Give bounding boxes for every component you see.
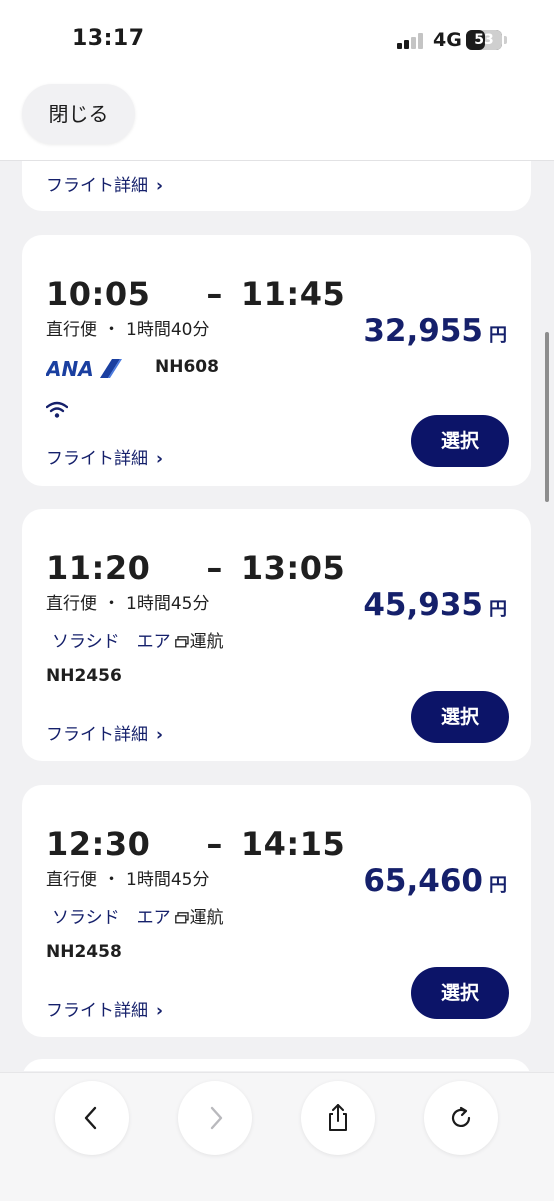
- chevron-right-icon: ›: [156, 1001, 164, 1021]
- close-button[interactable]: 閉じる: [22, 84, 135, 144]
- codeshare-icon: [174, 636, 189, 648]
- flight-times: 12:30–14:15: [46, 825, 346, 863]
- share-icon: [329, 1104, 347, 1131]
- forward-button[interactable]: [178, 1081, 252, 1155]
- flight-duration: 1時間40分: [126, 320, 210, 340]
- flight-number: NH2458: [46, 942, 122, 962]
- arrive-time: 13:05: [240, 549, 346, 587]
- flight-type: 直行便: [46, 594, 97, 614]
- back-button[interactable]: [55, 1081, 129, 1155]
- reload-button[interactable]: [424, 1081, 498, 1155]
- flight-detail-link[interactable]: フライト詳細 ›: [46, 444, 163, 469]
- flight-card: 11:20–13:05 直行便・ 1時間45分 45,935 円 ソラシド エア 運航…: [22, 509, 531, 761]
- battery-level: 53: [474, 32, 494, 48]
- fare-price: 32,955 円: [363, 313, 507, 349]
- depart-time: 11:20: [46, 549, 151, 587]
- operating-carrier: ソラシド エア: [52, 632, 171, 652]
- share-button[interactable]: [301, 1081, 375, 1155]
- browser-toolbar: [0, 1072, 554, 1201]
- flight-meta: 直行便・ 1時間40分: [46, 320, 210, 340]
- operating-carrier: ソラシド エア: [52, 908, 171, 928]
- chevron-right-icon: ›: [156, 176, 164, 196]
- operated-by: ソラシド エア 運航: [52, 632, 224, 652]
- fare-price: 45,935 円: [363, 587, 507, 623]
- reload-icon: [451, 1106, 471, 1127]
- ana-logo: ANA: [46, 357, 122, 379]
- flight-card: 10:05–11:45 直行便・ 1時間40分 32,955 円 ANA NH608…: [22, 235, 531, 486]
- fare-price: 65,460 円: [363, 863, 507, 899]
- svg-text:ANA: ANA: [46, 357, 94, 379]
- flight-card-partial: フライト詳細› 選択: [22, 161, 531, 211]
- codeshare-icon: [174, 912, 189, 924]
- flight-duration: 1時間45分: [126, 594, 210, 614]
- scroll-indicator[interactable]: [545, 332, 549, 502]
- flight-card-partial: [22, 1059, 531, 1071]
- flight-duration: 1時間45分: [126, 870, 210, 890]
- chevron-right-icon: ›: [156, 449, 164, 469]
- chevron-left-icon: [84, 1106, 97, 1130]
- top-bar: 閉じる: [0, 80, 554, 161]
- signal-icon: [397, 33, 427, 49]
- flight-detail-link[interactable]: フライト詳細 ›: [46, 171, 163, 196]
- flight-detail-link[interactable]: フライト詳細 ›: [46, 720, 163, 745]
- select-button[interactable]: 選択: [411, 967, 509, 1019]
- flight-type: 直行便: [46, 870, 97, 890]
- flight-detail-link[interactable]: フライト詳細 ›: [46, 996, 163, 1021]
- flight-type: 直行便: [46, 320, 97, 340]
- depart-time: 10:05: [46, 275, 151, 313]
- flight-number: NH608: [155, 357, 219, 377]
- select-button[interactable]: 選択: [411, 415, 509, 467]
- network-type: 4G: [433, 29, 462, 51]
- flight-number: NH2456: [46, 666, 122, 686]
- status-time: 13:17: [72, 26, 145, 51]
- depart-time: 12:30: [46, 825, 151, 863]
- chevron-right-icon: [210, 1106, 223, 1130]
- status-bar: 13:17 4G 53: [0, 0, 554, 80]
- flight-card: 12:30–14:15 直行便・ 1時間45分 65,460 円 ソラシド エア 運航…: [22, 785, 531, 1037]
- flight-times: 11:20–13:05: [46, 549, 346, 587]
- select-button[interactable]: 選択: [411, 691, 509, 743]
- chevron-right-icon: ›: [156, 725, 164, 745]
- flight-list[interactable]: フライト詳細› 選択 10:05–11:45 直行便・1時間40分 32,955…: [0, 161, 554, 1071]
- arrive-time: 11:45: [240, 275, 346, 313]
- wifi-icon: [46, 401, 68, 418]
- flight-times: 10:05–11:45: [46, 275, 346, 313]
- operated-by: ソラシド エア 運航: [52, 908, 224, 928]
- battery-icon: 53: [466, 30, 502, 50]
- flight-meta: 直行便・ 1時間45分: [46, 594, 210, 614]
- flight-meta: 直行便・ 1時間45分: [46, 870, 210, 890]
- arrive-time: 14:15: [240, 825, 346, 863]
- battery-tip: [504, 36, 507, 44]
